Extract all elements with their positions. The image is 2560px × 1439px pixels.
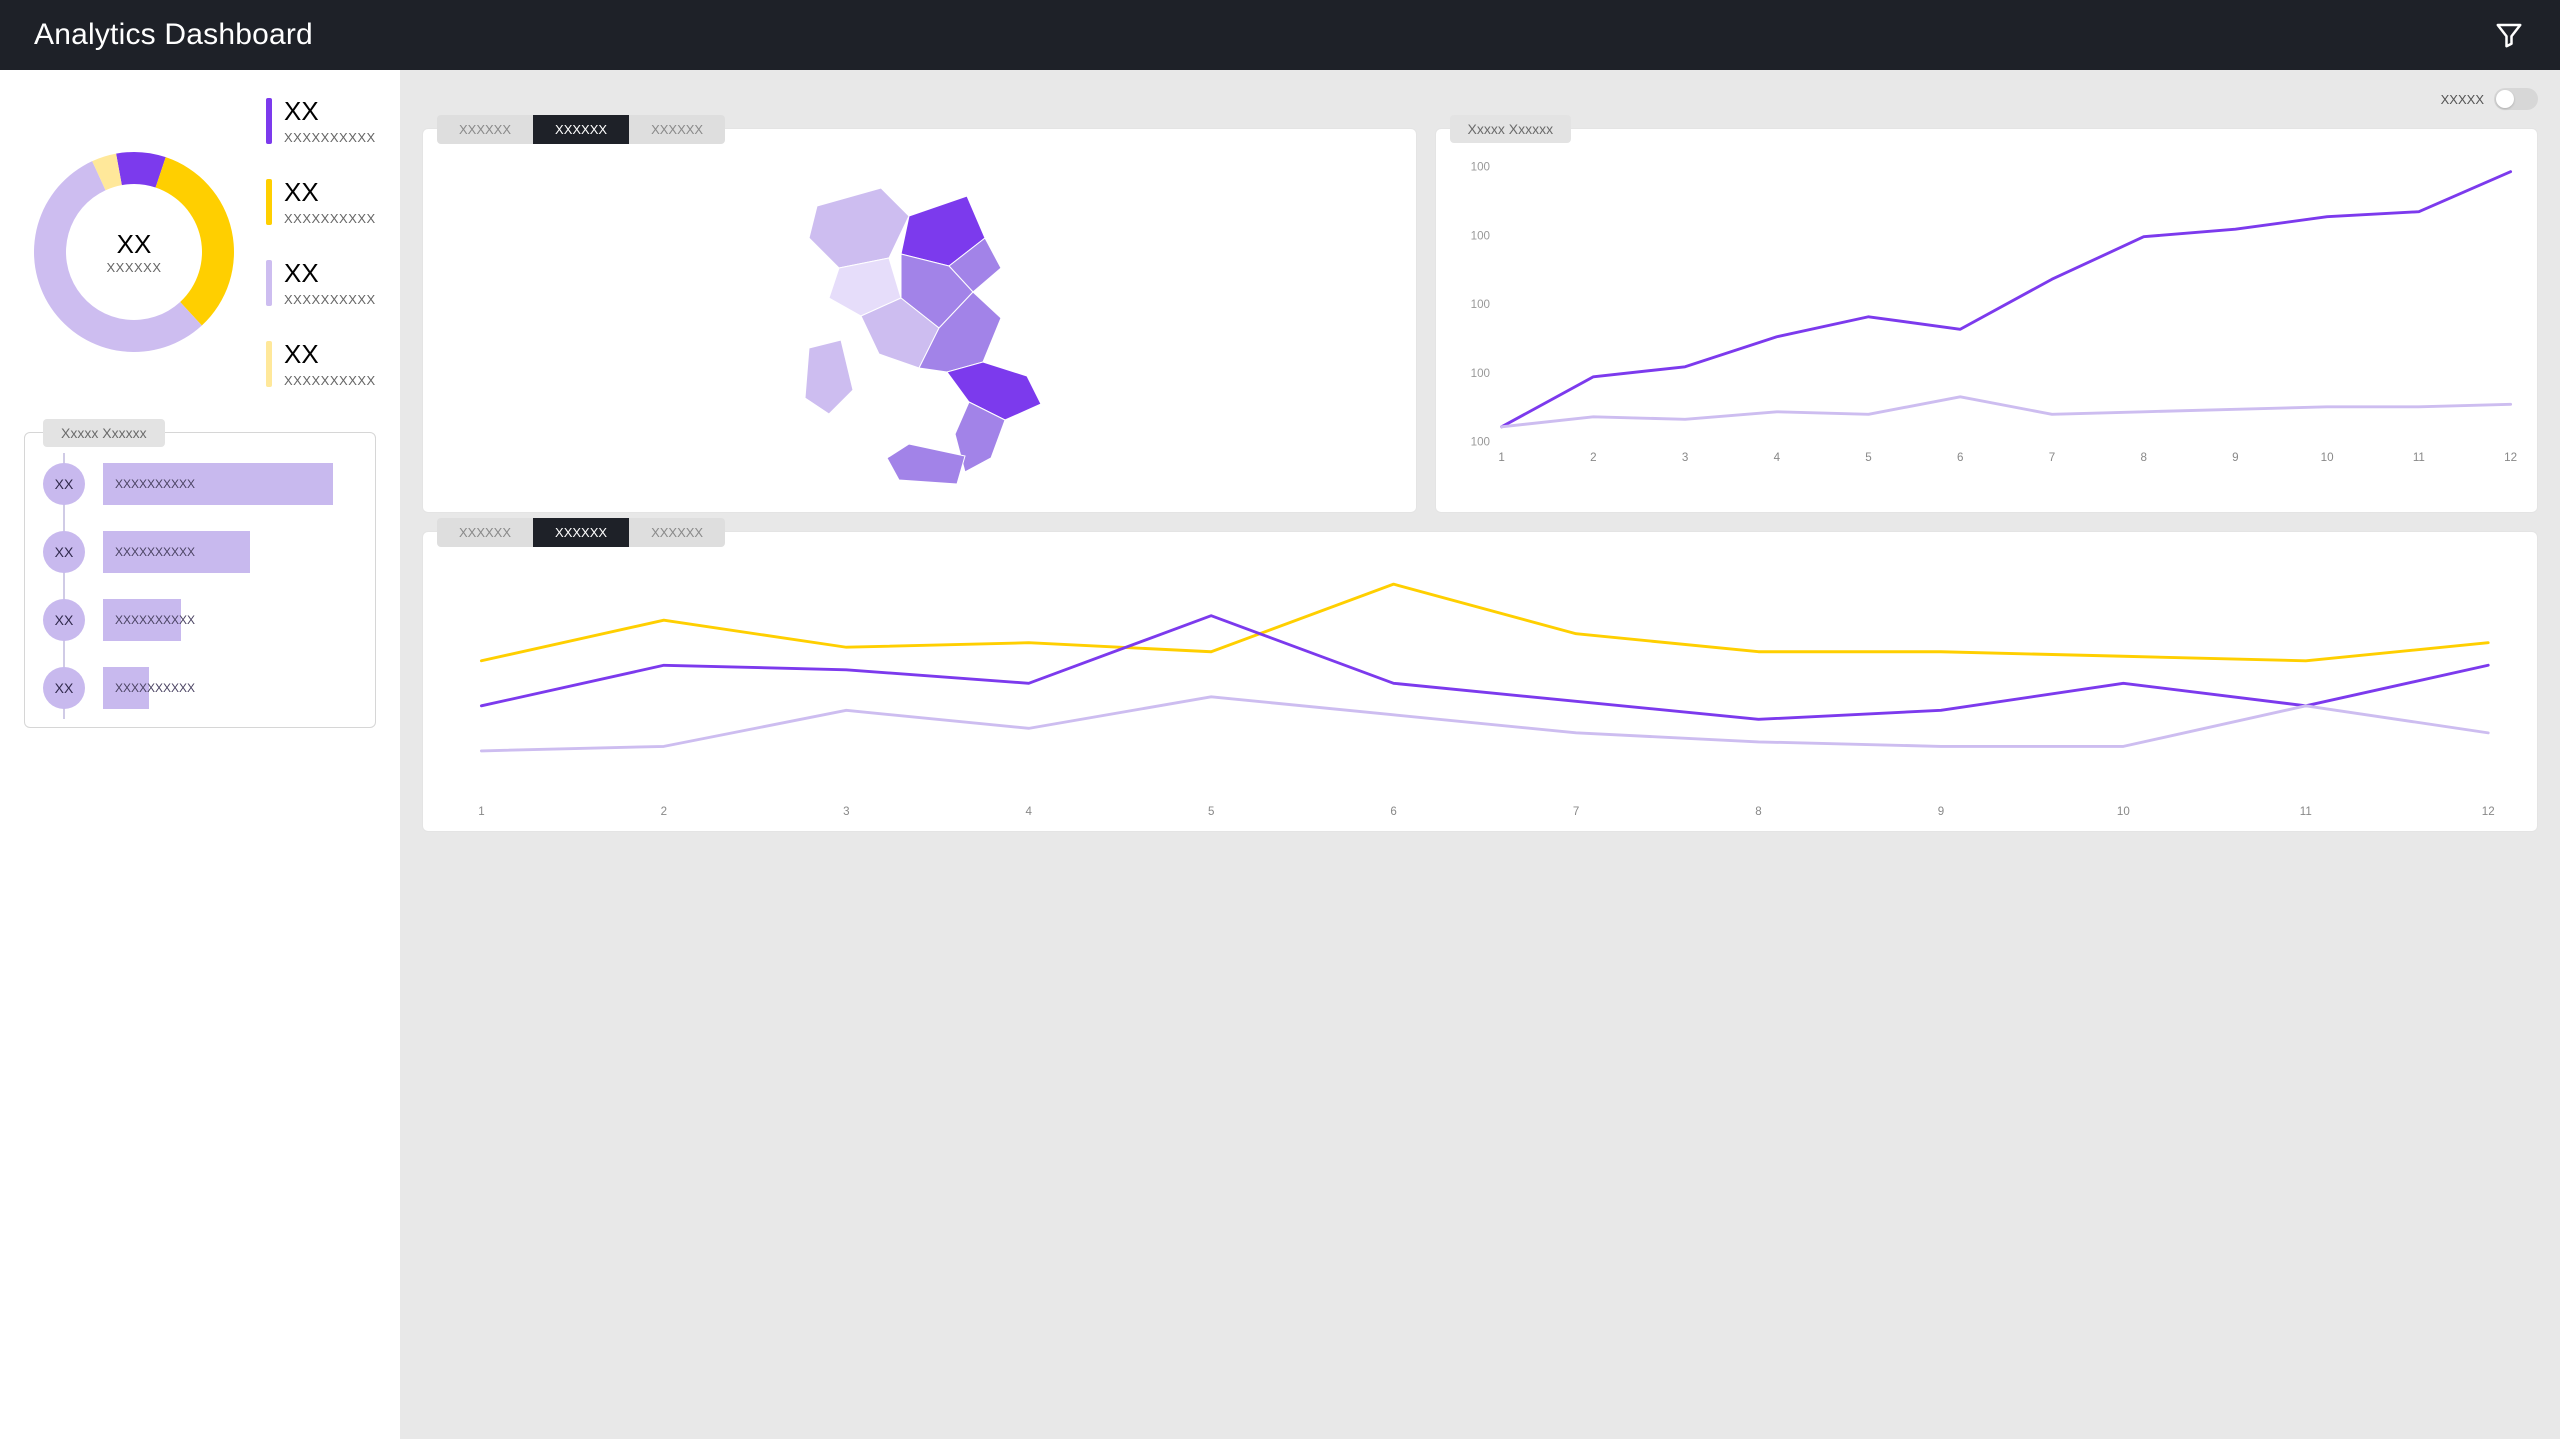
top-line-title: Xxxxx Xxxxxx	[1450, 115, 1572, 143]
legend-value: XX	[284, 179, 376, 205]
bars-card-title: Xxxxx Xxxxxx	[43, 419, 165, 447]
page-title: Analytics Dashboard	[34, 18, 313, 52]
svg-text:8: 8	[2140, 451, 2146, 464]
svg-text:6: 6	[1390, 806, 1396, 818]
bar-rect: XXXXXXXXXX	[103, 667, 149, 709]
map-tabs: XXXXXXXXXXXXXXXXXX	[437, 115, 725, 144]
svg-text:8: 8	[1755, 806, 1761, 818]
svg-text:4: 4	[1026, 806, 1033, 818]
app-header: Analytics Dashboard	[0, 0, 2560, 70]
legend-color	[266, 98, 272, 144]
bottom-tab[interactable]: XXXXXX	[437, 518, 533, 547]
legend-sub: XXXXXXXXXX	[284, 373, 376, 388]
bar-rect: XXXXXXXXXX	[103, 463, 333, 505]
bar-rect: XXXXXXXXXX	[103, 531, 250, 573]
top-line-panel: Xxxxx Xxxxxx 100100100100100123456789101…	[1435, 128, 2538, 513]
italy-map	[769, 158, 1069, 488]
legend-item: XXXXXXXXXXXX	[266, 341, 376, 388]
sidebar: XX XXXXXX XXXXXXXXXXXXXXXXXXXXXXXXXXXXXX…	[0, 70, 400, 1439]
display-toggle[interactable]	[2494, 88, 2538, 110]
legend-item: XXXXXXXXXXXX	[266, 98, 376, 145]
svg-text:100: 100	[1470, 161, 1489, 174]
legend-sub: XXXXXXXXXX	[284, 130, 376, 145]
map-tab[interactable]: XXXXXX	[533, 115, 629, 144]
donut-legend: XXXXXXXXXXXXXXXXXXXXXXXXXXXXXXXXXXXXXXXX…	[266, 94, 376, 388]
bar-rect: XXXXXXXXXX	[103, 599, 181, 641]
legend-item: XXXXXXXXXXXX	[266, 179, 376, 226]
svg-text:2: 2	[661, 806, 667, 818]
bar-badge: XX	[43, 463, 85, 505]
map-tab[interactable]: XXXXXX	[629, 115, 725, 144]
bar-badge: XX	[43, 667, 85, 709]
svg-text:10: 10	[2320, 451, 2333, 464]
bar-badge: XX	[43, 531, 85, 573]
bottom-tab[interactable]: XXXXXX	[629, 518, 725, 547]
bar-row: XXXXXXXXXXXX	[43, 599, 357, 641]
donut-center-sub: XXXXXX	[106, 260, 161, 275]
map-tab[interactable]: XXXXXX	[437, 115, 533, 144]
legend-color	[266, 179, 272, 225]
svg-text:7: 7	[1573, 806, 1579, 818]
legend-value: XX	[284, 98, 376, 124]
legend-item: XXXXXXXXXXXX	[266, 260, 376, 307]
svg-text:3: 3	[1681, 451, 1687, 464]
legend-value: XX	[284, 341, 376, 367]
svg-text:5: 5	[1208, 806, 1214, 818]
svg-text:100: 100	[1470, 298, 1489, 311]
svg-text:11: 11	[2412, 451, 2424, 464]
map-panel: XXXXXXXXXXXXXXXXXX	[422, 128, 1417, 513]
svg-text:3: 3	[843, 806, 849, 818]
svg-text:11: 11	[2300, 806, 2312, 818]
donut-chart: XX XXXXXX	[24, 142, 244, 362]
bottom-tabs: XXXXXXXXXXXXXXXXXX	[437, 518, 725, 547]
svg-text:1: 1	[1498, 451, 1504, 464]
svg-text:10: 10	[2117, 806, 2130, 818]
bottom-tab[interactable]: XXXXXX	[533, 518, 629, 547]
svg-text:7: 7	[2048, 451, 2054, 464]
svg-text:12: 12	[2482, 806, 2495, 818]
svg-text:5: 5	[1865, 451, 1871, 464]
bottom-line-panel: XXXXXXXXXXXXXXXXXX 123456789101112	[422, 531, 2538, 832]
bar-row: XXXXXXXXXXXX	[43, 667, 357, 709]
svg-text:6: 6	[1957, 451, 1963, 464]
svg-text:12: 12	[2504, 451, 2517, 464]
legend-sub: XXXXXXXXXX	[284, 292, 376, 307]
legend-value: XX	[284, 260, 376, 286]
svg-text:4: 4	[1773, 451, 1780, 464]
svg-text:100: 100	[1470, 229, 1489, 242]
filter-button[interactable]	[2492, 18, 2526, 52]
svg-text:9: 9	[2232, 451, 2238, 464]
svg-text:100: 100	[1470, 367, 1489, 380]
svg-text:1: 1	[478, 806, 484, 818]
legend-sub: XXXXXXXXXX	[284, 211, 376, 226]
svg-text:9: 9	[1938, 806, 1944, 818]
svg-text:100: 100	[1470, 436, 1489, 449]
bar-row: XXXXXXXXXXXX	[43, 463, 357, 505]
bars-card: Xxxxx Xxxxxx XXXXXXXXXXXXXXXXXXXXXXXXXXX…	[24, 432, 376, 728]
svg-text:2: 2	[1590, 451, 1596, 464]
legend-color	[266, 341, 272, 387]
bar-badge: XX	[43, 599, 85, 641]
toggle-label: XXXXX	[2441, 92, 2484, 107]
main: XXXXX XXXXXXXXXXXXXXXXXX Xxxxx Xxxxxx 10…	[400, 70, 2560, 1439]
legend-color	[266, 260, 272, 306]
bar-row: XXXXXXXXXXXX	[43, 531, 357, 573]
filter-icon	[2494, 20, 2524, 50]
donut-center-value: XX	[117, 229, 152, 260]
